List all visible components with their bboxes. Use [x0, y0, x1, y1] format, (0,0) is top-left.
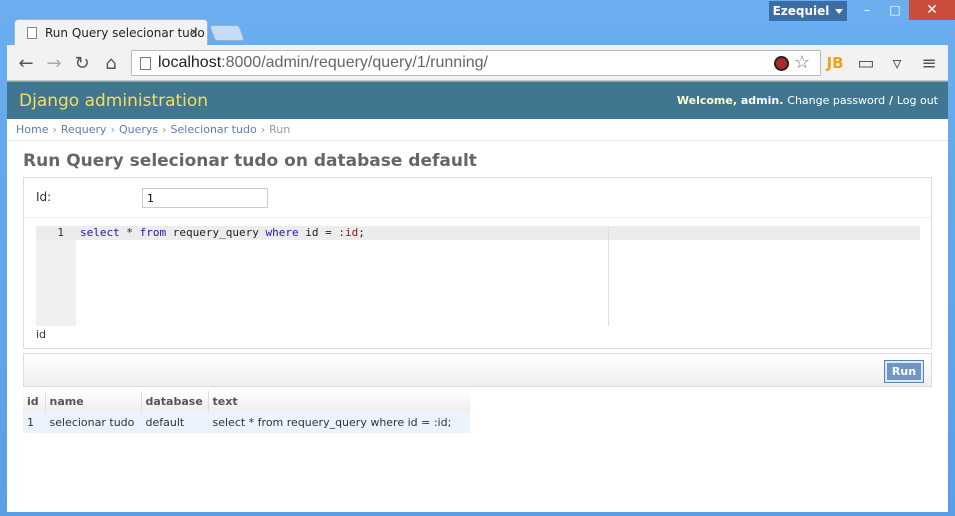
- back-icon[interactable]: ←: [15, 52, 37, 74]
- new-tab-button[interactable]: [209, 25, 245, 41]
- breadcrumb-requery[interactable]: Requery: [61, 123, 107, 136]
- code-token: requery_query: [166, 226, 266, 239]
- run-button[interactable]: Run: [884, 360, 924, 383]
- browser-toolbar: ← → ↻ ⌂ localhost:8000/admin/requery/que…: [7, 45, 948, 81]
- table-cell: selecionar tudo: [44, 411, 141, 433]
- username: admin: [740, 94, 780, 107]
- change-password-link[interactable]: Change password: [787, 94, 885, 107]
- close-window-button[interactable]: ✕: [909, 0, 955, 20]
- breadcrumb-query[interactable]: Selecionar tudo: [171, 123, 257, 136]
- page-title: Run Query selecionar tudo on database de…: [23, 151, 477, 171]
- column-header[interactable]: id: [23, 391, 45, 411]
- code-token: *: [119, 226, 140, 239]
- breadcrumb-separator: ›: [110, 123, 115, 136]
- jb-extension-icon[interactable]: JB: [824, 52, 846, 74]
- forward-icon[interactable]: →: [43, 52, 65, 74]
- id-row: Id:: [24, 178, 931, 218]
- home-icon[interactable]: ⌂: [100, 52, 122, 74]
- column-header[interactable]: name: [44, 391, 141, 411]
- table-cell: default: [140, 411, 208, 433]
- code-token: select: [80, 226, 120, 239]
- cast-icon[interactable]: ▭: [855, 52, 877, 74]
- breadcrumb-separator: ›: [260, 123, 266, 136]
- code-token: ;: [358, 226, 365, 239]
- id-input[interactable]: [142, 188, 268, 208]
- breadcrumb-querys[interactable]: Querys: [119, 123, 158, 136]
- column-header[interactable]: text: [207, 391, 470, 411]
- sql-code[interactable]: select * from requery_query where id = :…: [80, 226, 365, 240]
- admin-header: Django administration Welcome, admin. Ch…: [7, 82, 948, 119]
- column-header[interactable]: database: [140, 391, 208, 411]
- query-form: Id: 1 select * from requery_query where …: [23, 177, 932, 349]
- breadcrumb: Home › Requery › Querys › Selecionar tud…: [7, 119, 948, 141]
- table-header-row: id name database text: [23, 391, 470, 411]
- url-path: :8000/admin/requery/query/1/running/: [221, 54, 488, 71]
- chevron-down-icon: [835, 8, 844, 14]
- code-token: id =: [298, 226, 339, 239]
- sql-editor[interactable]: 1 select * from requery_query where id =…: [36, 226, 920, 326]
- page-icon: [140, 57, 151, 70]
- browser-tab[interactable]: Run Query selecionar tudo ×: [14, 19, 208, 45]
- maximize-button[interactable]: □: [881, 0, 909, 20]
- browser-window: Ezequiel – □ ✕ Run Query selecionar tudo…: [0, 0, 955, 516]
- breadcrumb-current: Run: [269, 123, 291, 136]
- user-profile-button[interactable]: Ezequiel: [769, 1, 847, 21]
- logout-link[interactable]: Log out: [897, 94, 938, 107]
- separator: /: [888, 94, 893, 107]
- pocket-icon[interactable]: ▿: [886, 52, 908, 74]
- minimize-button[interactable]: –: [853, 0, 881, 20]
- user-profile-label: Ezequiel: [772, 4, 830, 18]
- table-cell: select * from requery_query where id = :…: [207, 411, 470, 433]
- user-tools: Welcome, admin. Change password / Log ou…: [676, 94, 938, 107]
- bookmark-star-icon[interactable]: ☆: [794, 52, 810, 73]
- param-label: id: [36, 328, 47, 341]
- reload-icon[interactable]: ↻: [71, 52, 93, 74]
- address-bar[interactable]: localhost:8000/admin/requery/query/1/run…: [131, 50, 821, 76]
- table-row: 1 selecionar tudo default select * from …: [23, 411, 470, 433]
- breadcrumb-home[interactable]: Home: [16, 123, 48, 136]
- breadcrumb-separator: ›: [162, 123, 167, 136]
- tab-title: Run Query selecionar tudo: [45, 25, 205, 40]
- page-icon: [27, 26, 37, 39]
- site-brand[interactable]: Django administration: [19, 91, 208, 111]
- code-token: where: [265, 226, 299, 239]
- table-cell: 1: [23, 411, 45, 433]
- results-table: id name database text 1 selecionar tudo …: [23, 391, 470, 433]
- stop-icon[interactable]: [774, 56, 789, 71]
- id-label: Id:: [36, 190, 52, 204]
- line-number: 1: [57, 226, 64, 239]
- submit-row: Run: [23, 353, 932, 387]
- menu-icon[interactable]: ≡: [918, 52, 940, 74]
- print-margin: [608, 226, 609, 326]
- page-content: Django administration Welcome, admin. Ch…: [7, 82, 948, 512]
- tab-close-icon[interactable]: ×: [189, 25, 199, 39]
- editor-gutter: [36, 226, 76, 326]
- breadcrumb-separator: ›: [52, 123, 57, 136]
- code-token: :id: [338, 226, 359, 239]
- code-token: from: [139, 226, 167, 239]
- welcome-text: Welcome,: [676, 94, 738, 107]
- url-host: localhost: [158, 54, 222, 71]
